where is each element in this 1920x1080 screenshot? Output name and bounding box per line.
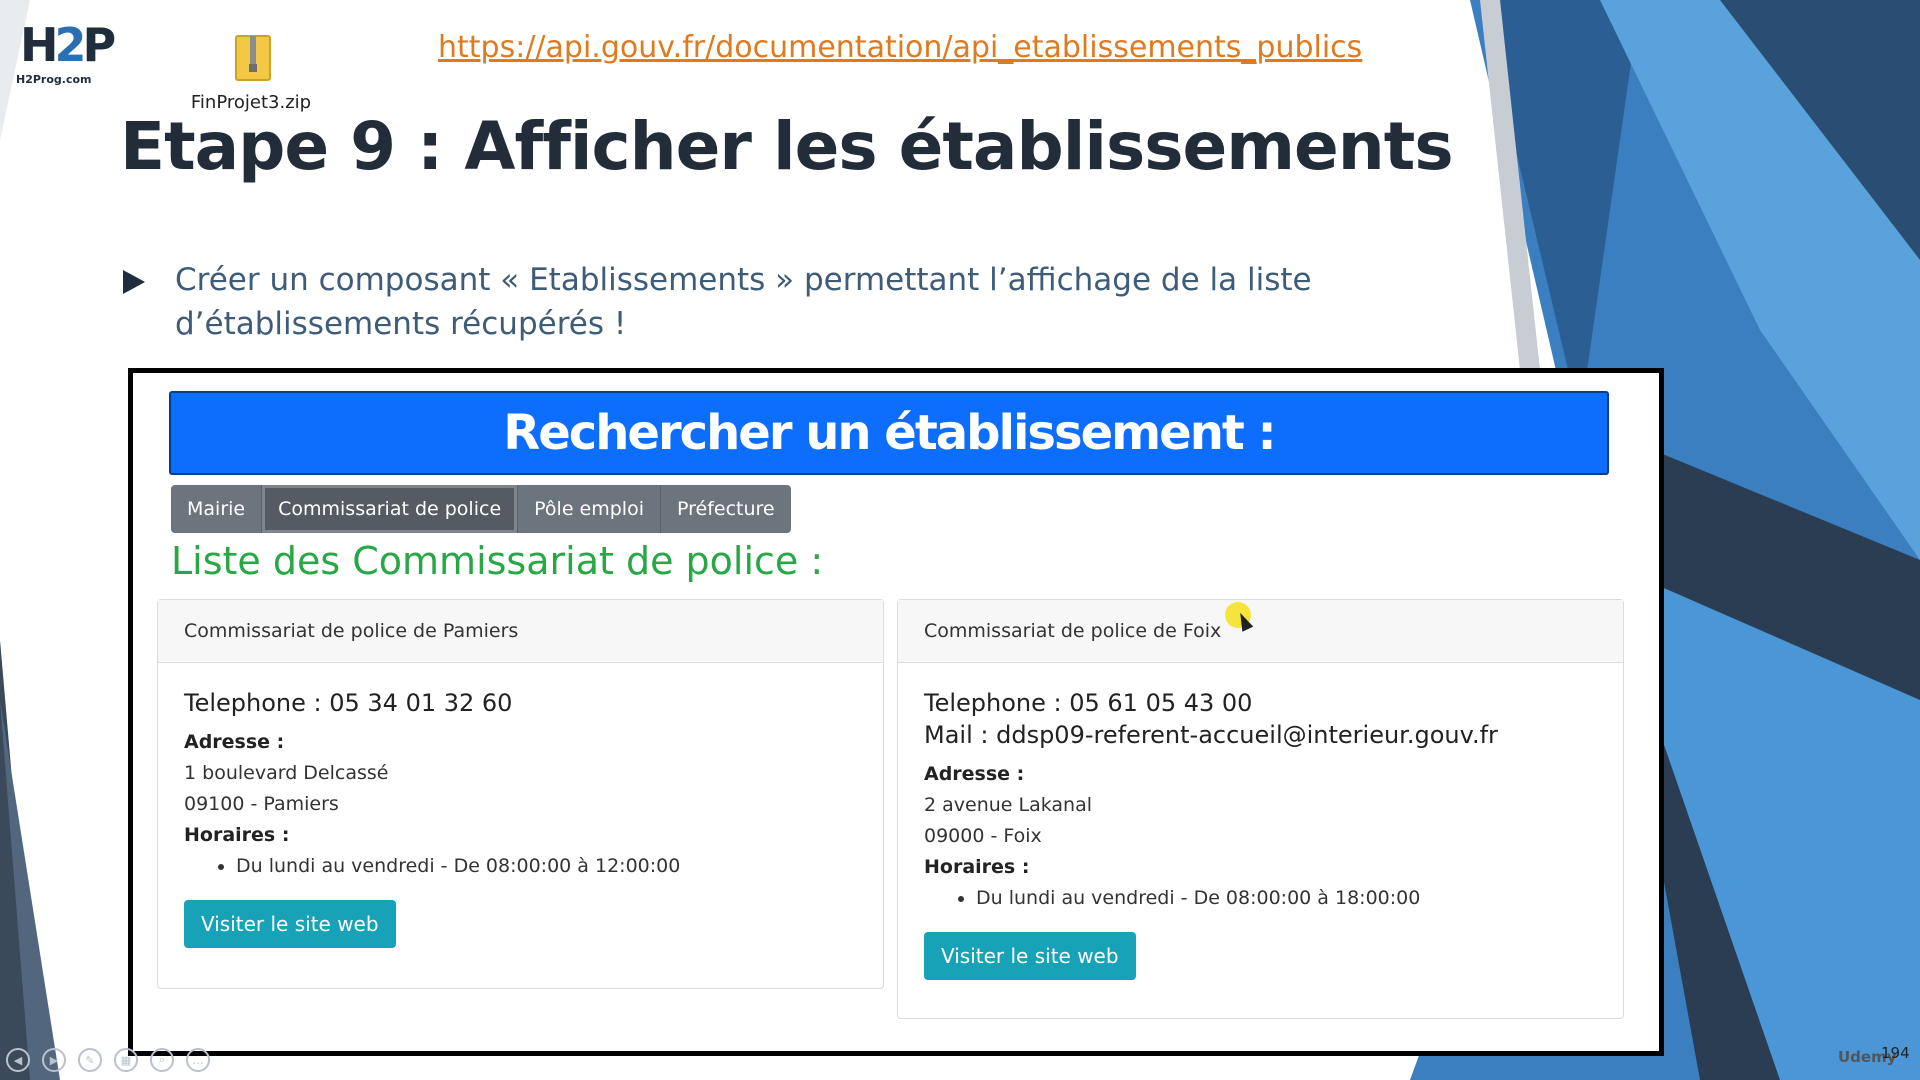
- card-body: Telephone : 05 34 01 32 60 Adresse : 1 b…: [158, 663, 883, 972]
- more-options-icon[interactable]: …: [186, 1048, 210, 1072]
- hours-label: Horaires :: [924, 856, 1030, 878]
- hours-list: Du lundi au vendredi - De 08:00:00 à 18:…: [924, 883, 1597, 914]
- hours-item: Du lundi au vendredi - De 08:00:00 à 18:…: [976, 883, 1597, 914]
- hours-label: Horaires :: [184, 824, 290, 846]
- address-city: 09100 - Pamiers: [184, 793, 339, 815]
- list-title: Liste des Commissariat de police :: [171, 539, 824, 583]
- card-mail: Mail : ddsp09-referent-accueil@interieur…: [924, 721, 1498, 749]
- card-header: Commissariat de police de Pamiers: [158, 600, 883, 663]
- address-line: 1 boulevard Delcassé: [184, 762, 389, 784]
- pen-icon[interactable]: ✎: [78, 1048, 102, 1072]
- slides-grid-icon[interactable]: ▦: [114, 1048, 138, 1072]
- zoom-icon[interactable]: ⌕: [150, 1048, 174, 1072]
- hours-list: Du lundi au vendredi - De 08:00:00 à 12:…: [184, 851, 857, 882]
- next-slide-icon[interactable]: ▶: [42, 1048, 66, 1072]
- address-label: Adresse :: [184, 731, 285, 753]
- card-header: Commissariat de police de Foix: [898, 600, 1623, 663]
- banner-title: Rechercher un établissement :: [503, 405, 1276, 461]
- hours-item: Du lundi au vendredi - De 08:00:00 à 12:…: [236, 851, 857, 882]
- zip-file-icon: [235, 35, 271, 81]
- establishment-card: Commissariat de police de Foix Telephone…: [897, 599, 1624, 1019]
- tab-pole-emploi[interactable]: Pôle emploi: [518, 485, 661, 533]
- tab-mairie[interactable]: Mairie: [171, 485, 263, 533]
- tab-commissariat-de-police[interactable]: Commissariat de police: [262, 485, 519, 533]
- app-screenshot: Rechercher un établissement : Mairie Com…: [128, 368, 1664, 1056]
- address-label: Adresse :: [924, 763, 1025, 785]
- logo-mark: H2P: [20, 18, 116, 72]
- address-city: 09000 - Foix: [924, 825, 1042, 847]
- card-phone: Telephone : 05 34 01 32 60: [184, 689, 513, 717]
- logo-caption: H2Prog.com: [16, 73, 92, 86]
- bullet-arrow-icon: [123, 270, 145, 294]
- bullet-text: Créer un composant « Etablissements » pe…: [175, 262, 1312, 342]
- previous-slide-icon[interactable]: ◀: [6, 1048, 30, 1072]
- tab-prefecture[interactable]: Préfecture: [661, 485, 791, 533]
- h2prog-logo: H2P H2Prog.com: [16, 18, 116, 88]
- slide-number: 194: [1881, 1044, 1910, 1062]
- search-banner: Rechercher un établissement :: [169, 391, 1609, 475]
- visit-website-button[interactable]: Visiter le site web: [924, 932, 1136, 980]
- card-phone: Telephone : 05 61 05 43 00: [924, 689, 1253, 717]
- zip-file[interactable]: FinProjet3.zip: [191, 34, 313, 113]
- address-line: 2 avenue Lakanal: [924, 794, 1093, 816]
- slide-title: Etape 9 : Afficher les établissements: [120, 108, 1454, 185]
- card-body: Telephone : 05 61 05 43 00 Mail : ddsp09…: [898, 663, 1623, 1004]
- api-documentation-link[interactable]: https://api.gouv.fr/documentation/api_et…: [438, 30, 1362, 65]
- slideshow-controls: ◀ ▶ ✎ ▦ ⌕ …: [6, 1048, 210, 1072]
- category-tabs: Mairie Commissariat de police Pôle emplo…: [171, 485, 791, 533]
- visit-website-button[interactable]: Visiter le site web: [184, 900, 396, 948]
- establishment-card: Commissariat de police de Pamiers Teleph…: [157, 599, 884, 989]
